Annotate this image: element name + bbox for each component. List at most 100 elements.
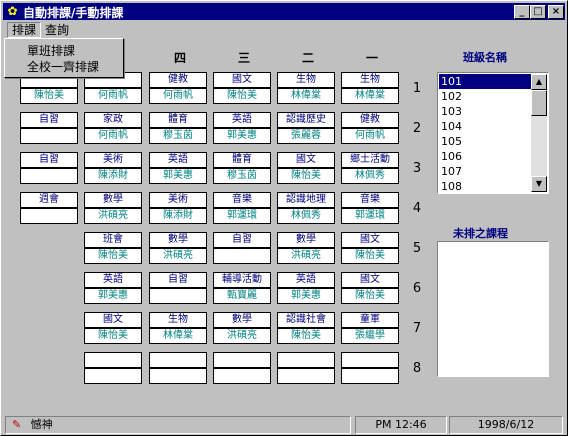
cell-teacher: 何雨帆 xyxy=(84,128,142,144)
class-list-item[interactable]: 103 xyxy=(439,104,533,119)
cell-subject: 國文 xyxy=(341,272,399,288)
timetable-cell[interactable]: 自習 xyxy=(213,232,271,264)
timetable-cell[interactable]: 國文 陳怡美 xyxy=(213,72,271,104)
day-header: 一 xyxy=(365,51,378,65)
timetable-cell[interactable] xyxy=(84,352,142,384)
timetable-cell[interactable]: 數學 洪碩亮 xyxy=(149,232,207,264)
scroll-down-icon[interactable]: ▼ xyxy=(531,176,547,192)
timetable-cell[interactable]: 數學 洪碩亮 xyxy=(213,312,271,344)
timetable-cell[interactable]: 美術 陳添財 xyxy=(149,192,207,224)
class-list-item[interactable]: 108 xyxy=(439,179,533,194)
cell-subject: 自習 xyxy=(20,152,78,168)
timetable-cell[interactable]: 美術 陳添財 xyxy=(84,152,142,184)
cell-subject: 輔導活動 xyxy=(213,272,271,288)
cell-subject: 數學 xyxy=(84,192,142,208)
unscheduled-listbox[interactable] xyxy=(437,241,549,377)
timetable-cell[interactable]: 國文 陳怡美 xyxy=(341,272,399,304)
cell-teacher: 郭運環 xyxy=(213,208,271,224)
status-date: 1998/6/12 xyxy=(449,416,563,434)
class-list-item[interactable]: 105 xyxy=(439,134,533,149)
cell-teacher: 張麗蓉 xyxy=(277,128,335,144)
timetable-cell[interactable]: 週會 xyxy=(20,192,78,224)
unscheduled-title: 未排之課程 xyxy=(453,227,508,240)
cell-teacher: 林偉棠 xyxy=(277,88,335,104)
timetable-cell[interactable]: 生物 林偉棠 xyxy=(149,312,207,344)
timetable-cell[interactable]: 國文 陳怡美 xyxy=(277,152,335,184)
timetable-cell[interactable]: 國文 陳怡美 xyxy=(341,232,399,264)
timetable-cell[interactable]: 認識社會 陳怡美 xyxy=(277,312,335,344)
timetable-cell[interactable]: 數學 洪碩亮 xyxy=(84,192,142,224)
class-listbox[interactable]: 101 102 103 104 105 106 107 108 ▲ ▼ xyxy=(437,72,549,194)
period-number: 2 xyxy=(412,121,422,136)
timetable-cell[interactable]: 自習 xyxy=(20,152,78,184)
class-list-item[interactable]: 106 xyxy=(439,149,533,164)
cell-subject: 音樂 xyxy=(213,192,271,208)
timetable-cell[interactable] xyxy=(341,352,399,384)
period-number: 4 xyxy=(412,201,422,216)
day-header: 四 xyxy=(173,51,186,65)
cell-subject: 數學 xyxy=(213,312,271,328)
timetable-cell[interactable] xyxy=(149,352,207,384)
menu-query[interactable]: 查詢 xyxy=(41,22,73,38)
minimize-button[interactable]: _ xyxy=(514,5,530,19)
timetable-cell[interactable]: 生物 林偉棠 xyxy=(341,72,399,104)
timetable-cell[interactable]: 體育 穆玉茵 xyxy=(213,152,271,184)
cell-teacher: 陳怡美 xyxy=(84,248,142,264)
timetable-cell[interactable]: 家政 何雨帆 xyxy=(84,112,142,144)
cell-teacher xyxy=(20,128,78,144)
cell-teacher xyxy=(277,368,335,384)
timetable-cell[interactable]: 體育 穆玉茵 xyxy=(149,112,207,144)
timetable-cell[interactable]: 鄉土活動 林佩秀 xyxy=(341,152,399,184)
timetable-cell[interactable]: 英語 郭美惠 xyxy=(84,272,142,304)
timetable-cell[interactable]: 國文 陳怡美 xyxy=(84,312,142,344)
timetable-cell[interactable]: 輔導活動 甄寶麗 xyxy=(213,272,271,304)
main-window: ✿ 自動排課/手動排課 _ □ × 排課 查詢 四三二一陳怡美 自習 自習 週會 何雨帆… xyxy=(0,0,568,436)
title-bar[interactable]: ✿ 自動排課/手動排課 _ □ × xyxy=(3,3,565,20)
cell-subject: 國文 xyxy=(213,72,271,88)
timetable-cell[interactable]: 認識歷史 張麗蓉 xyxy=(277,112,335,144)
timetable-cell[interactable]: 音樂 郭運環 xyxy=(341,192,399,224)
timetable-cell[interactable]: 數學 洪碩亮 xyxy=(277,232,335,264)
timetable-cell[interactable]: 音樂 郭運環 xyxy=(213,192,271,224)
menu-item-single-class[interactable]: 單班排課 xyxy=(27,43,75,59)
cell-subject: 國文 xyxy=(84,312,142,328)
cell-teacher: 林偉棠 xyxy=(341,88,399,104)
cell-teacher: 穆玉茵 xyxy=(149,128,207,144)
timetable-cell[interactable]: 生物 林偉棠 xyxy=(277,72,335,104)
menu-item-whole-school[interactable]: 全校一齊排課 xyxy=(27,59,99,75)
gear-icon[interactable]: ✿ xyxy=(6,5,19,18)
class-list-title: 班級名稱 xyxy=(463,51,507,64)
timetable-cell[interactable]: 班會 陳怡美 xyxy=(84,232,142,264)
timetable-cell[interactable]: 英語 郭美惠 xyxy=(149,152,207,184)
cell-teacher: 林佩秀 xyxy=(341,168,399,184)
class-list-item[interactable]: 107 xyxy=(439,164,533,179)
class-list-item[interactable]: 102 xyxy=(439,89,533,104)
scroll-up-icon[interactable]: ▲ xyxy=(531,74,547,90)
period-number: 8 xyxy=(412,361,422,376)
timetable-cell[interactable] xyxy=(277,352,335,384)
window-title: 自動排課/手動排課 xyxy=(23,6,124,20)
timetable-cell[interactable] xyxy=(213,352,271,384)
cell-subject xyxy=(277,352,335,368)
timetable-cell[interactable]: 英語 郭美惠 xyxy=(213,112,271,144)
timetable-cell[interactable]: 自習 xyxy=(20,112,78,144)
vertical-scrollbar[interactable]: ▲ ▼ xyxy=(531,74,547,192)
class-list-item[interactable]: 104 xyxy=(439,119,533,134)
timetable-cell[interactable]: 自習 xyxy=(149,272,207,304)
timetable-cell[interactable]: 童軍 張繼學 xyxy=(341,312,399,344)
timetable-cell[interactable]: 健教 何雨帆 xyxy=(149,72,207,104)
status-bar: ✎ 憾神 PM 12:46 1998/6/12 xyxy=(3,415,565,435)
timetable-cell[interactable]: 認識地理 林佩秀 xyxy=(277,192,335,224)
cell-subject: 體育 xyxy=(149,112,207,128)
maximize-button[interactable]: □ xyxy=(530,5,546,19)
class-list-item[interactable]: 101 xyxy=(439,74,533,89)
timetable-cell[interactable]: 健教 何雨帆 xyxy=(341,112,399,144)
timetable-cell[interactable]: 英語 郭美惠 xyxy=(277,272,335,304)
period-number: 6 xyxy=(412,281,422,296)
period-number: 3 xyxy=(412,161,422,176)
scroll-thumb[interactable] xyxy=(531,90,547,116)
cell-subject xyxy=(149,352,207,368)
cell-subject: 生物 xyxy=(149,312,207,328)
close-button[interactable]: × xyxy=(548,5,564,19)
menu-schedule[interactable]: 排課 xyxy=(7,22,42,38)
